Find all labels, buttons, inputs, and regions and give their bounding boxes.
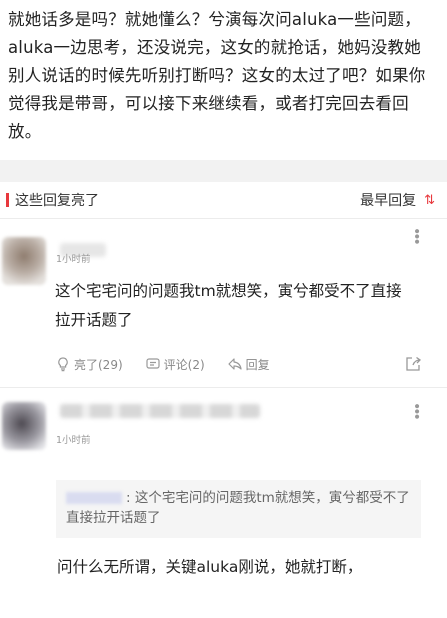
avatar[interactable] [2,402,46,450]
like-count: 亮了(29) [74,357,123,372]
sort-icon: ⇅ [424,192,435,208]
comment-text: 这个宅宅问的问题我tm就想笑，寅兮都受不了直接拉开话题了 [55,282,402,329]
section-title-label: 这些回复亮了 [15,193,99,209]
quoted-username-blurred [66,492,122,504]
comment-icon [146,358,160,369]
like-button[interactable]: 亮了(29) [55,356,123,373]
share-button[interactable] [404,355,425,373]
sort-toggle[interactable]: 最早回复 ⇅ [360,190,435,210]
more-icon[interactable]: ••• [408,402,424,418]
more-icon[interactable]: ••• [408,227,424,243]
avatar[interactable] [2,237,46,285]
sort-label: 最早回复 [360,193,417,209]
comment-text: 问什么无所谓，关键aluka刚说，她就打断， [57,558,363,576]
reply-label: 回复 [245,357,270,372]
reply-icon [228,358,242,370]
post-body-text: 就她话多是吗？就她懂么？兮演每次问aluka一些问题，aluka一边思考，还没说… [8,10,426,141]
quoted-reply[interactable]: : 这个宅宅问的问题我tm就想笑，寅兮都受不了直接拉开话题了 [56,480,421,538]
reply-button[interactable]: 回复 [227,356,270,373]
comment-time: 1小时前 [56,435,91,446]
comment-button[interactable]: 评论(2) [145,356,205,373]
section-marker [6,193,9,207]
comment-actions: 亮了(29) 评论(2) 回复 [55,355,425,373]
section-title: 这些回复亮了 [6,190,99,210]
comment-time: 1小时前 [56,254,91,265]
lightbulb-icon [58,357,68,372]
comment-item: ••• 1小时前 这个宅宅问的问题我tm就想笑，寅兮都受不了直接拉开话题了 亮了… [0,219,447,387]
replies-section-header: 这些回复亮了 最早回复 ⇅ [0,182,447,218]
comment-count: 评论(2) [163,357,205,372]
share-icon [406,356,422,371]
username-blurred[interactable] [60,404,260,418]
section-gap [0,160,447,182]
